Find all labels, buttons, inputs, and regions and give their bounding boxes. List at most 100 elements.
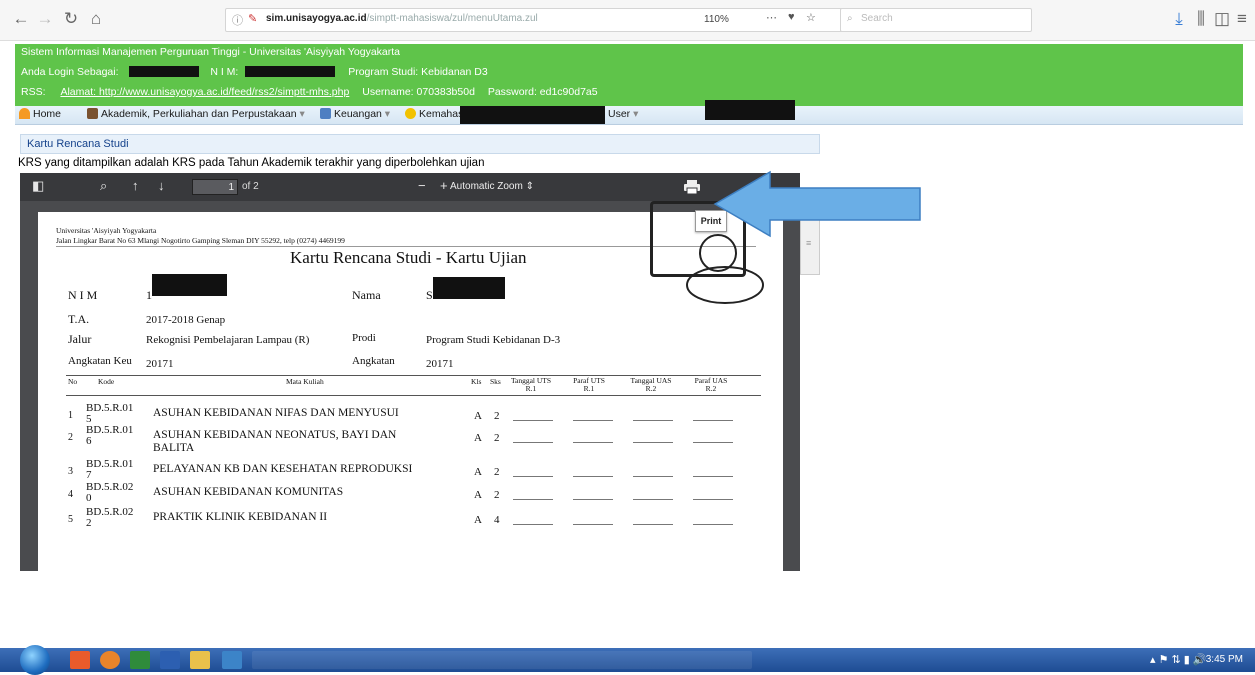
- row-sks: 2: [494, 489, 500, 501]
- bookmark-star-icon[interactable]: ☆: [806, 11, 816, 24]
- library-icon[interactable]: ⫼: [1190, 8, 1212, 30]
- col-paraf-uas: Paraf UAS R.2: [694, 376, 728, 393]
- url-text: sim.unisayogya.ac.id/simptt-mahasiswa/zu…: [266, 13, 538, 24]
- redacted-nim: [245, 66, 336, 77]
- angkatan-label: Angkatan: [352, 355, 395, 367]
- finance-icon: [320, 108, 331, 119]
- doc-title: Kartu Rencana Studi - Kartu Ujian: [290, 248, 527, 267]
- row-mata-kuliah: ASUHAN KEBIDANAN NIFAS DAN MENYUSUI: [153, 407, 399, 419]
- nama-label: Nama: [352, 288, 381, 302]
- zoom-out-icon[interactable]: −: [418, 178, 426, 193]
- next-page-icon[interactable]: ↓: [158, 178, 165, 193]
- books-icon: [87, 108, 98, 119]
- pocket-icon[interactable]: ♥: [788, 11, 795, 23]
- tray-icons[interactable]: ▴ ⚑ ⇅ ▮ 🔊: [1150, 653, 1207, 666]
- menu-user[interactable]: User ▾: [608, 108, 638, 120]
- angkatan-keu-value: 20171: [146, 358, 174, 370]
- zoom-level[interactable]: 110%: [704, 14, 729, 25]
- col-tanggal-uts: Tanggal UTS R.1: [510, 376, 552, 393]
- reload-icon[interactable]: ↻: [60, 8, 82, 30]
- row-sks: 2: [494, 432, 500, 444]
- taskbar-window[interactable]: [252, 651, 752, 669]
- explorer-icon[interactable]: [190, 651, 210, 669]
- doc-address: Jalan Lingkar Barat No 63 Mlangi Nogotir…: [56, 236, 345, 245]
- ta-label: T.A.: [68, 312, 90, 326]
- row-mata-kuliah: PRAKTIK KLINIK KEBIDANAN II: [153, 511, 328, 523]
- row-no: 1: [68, 410, 73, 421]
- nama-value: S: [426, 288, 433, 302]
- info-icon[interactable]: ⓘ: [232, 12, 243, 28]
- col-paraf-uts: Paraf UTS R.1: [573, 376, 605, 393]
- col-no: No: [68, 377, 78, 386]
- rss-link[interactable]: Alamat: http://www.unisayogya.ac.id/feed…: [60, 86, 349, 98]
- row-kls: A: [474, 410, 482, 422]
- jalur-label: Jalur: [68, 332, 92, 346]
- nim-label: N I M: [68, 288, 98, 302]
- menu-icon[interactable]: ≡: [1231, 8, 1253, 30]
- menu-keuangan[interactable]: Keuangan ▾: [320, 108, 390, 120]
- row-mata-kuliah: PELAYANAN KB DAN KESEHATAN REPRODUKSI: [153, 463, 413, 475]
- menu-kemahasiswaan[interactable]: Kemahas: [405, 108, 463, 120]
- redacted-name: [129, 66, 200, 77]
- start-button[interactable]: [20, 645, 50, 675]
- row-kode: BD.5.R.01: [86, 424, 134, 436]
- back-icon[interactable]: ←: [10, 8, 32, 30]
- krs-note: KRS yang ditampilkan adalah KRS pada Tah…: [18, 157, 485, 169]
- prodi-value: Program Studi Kebidanan D-3: [426, 334, 561, 346]
- home-icon: [19, 108, 30, 119]
- row-kls: A: [474, 489, 482, 501]
- print-icon[interactable]: [683, 179, 703, 195]
- search-icon: ⌕: [847, 13, 853, 24]
- col-kode: Kode: [98, 377, 115, 386]
- previous-page-icon[interactable]: ↑: [132, 178, 139, 193]
- menu-home[interactable]: Home: [19, 108, 61, 120]
- browser-toolbar: ← → ↻ ⌂ ⓘ ✎ sim.unisayogya.ac.id/simptt-…: [0, 0, 1255, 41]
- office-icon[interactable]: [70, 651, 90, 669]
- cursor-hand-annotation: [686, 234, 764, 304]
- row-no: 3: [68, 466, 73, 477]
- panel-title: Kartu Rencana Studi: [27, 138, 129, 150]
- download-icon[interactable]: ⤓: [1168, 8, 1190, 30]
- zoom-in-icon[interactable]: +: [440, 178, 448, 193]
- site-header: Sistem Informasi Manajemen Perguruan Tin…: [15, 44, 1243, 106]
- excel-icon[interactable]: [130, 651, 150, 669]
- sidebar-icon[interactable]: ◫: [1211, 8, 1233, 30]
- row-kls: A: [474, 432, 482, 444]
- redacted-doc-name: [433, 277, 505, 299]
- redacted-user: [705, 100, 795, 120]
- star-icon: [405, 108, 416, 119]
- angkatan-keu-label: Angkatan Keu: [68, 355, 132, 367]
- word-icon[interactable]: [160, 651, 180, 669]
- prodi-label: Prodi: [352, 332, 376, 344]
- page-number-input[interactable]: 1: [192, 179, 238, 195]
- rss-info: RSS: Alamat: http://www.unisayogya.ac.id…: [21, 86, 598, 98]
- search-box[interactable]: ⌕ Search: [840, 8, 1032, 32]
- row-kode-suffix: 7: [86, 469, 92, 481]
- row-no: 2: [68, 432, 73, 443]
- ta-value: 2017-2018 Genap: [146, 314, 226, 326]
- page-actions-icon[interactable]: ⋯: [766, 11, 777, 24]
- chrome-icon[interactable]: [100, 651, 120, 669]
- row-kode: BD.5.R.01: [86, 458, 134, 470]
- sidebar-toggle-icon[interactable]: ◧: [32, 178, 44, 194]
- row-mata-kuliah: ASUHAN KEBIDANAN KOMUNITAS: [153, 486, 344, 498]
- url-bar[interactable]: ⓘ ✎ sim.unisayogya.ac.id/simptt-mahasisw…: [225, 8, 907, 32]
- login-info: Anda Login Sebagai: N I M: Program Studi…: [21, 66, 488, 78]
- row-kode: BD.5.R.01: [86, 402, 134, 414]
- clock[interactable]: 3:45 PM: [1206, 654, 1243, 665]
- row-sks: 2: [494, 466, 500, 478]
- page-total: of 2: [242, 181, 259, 192]
- redacted-doc-nim: [152, 274, 227, 296]
- find-icon[interactable]: ⌕: [100, 178, 107, 194]
- app-icon[interactable]: [222, 651, 242, 669]
- home-icon[interactable]: ⌂: [85, 8, 107, 30]
- forward-icon[interactable]: →: [34, 8, 56, 30]
- row-kode: BD.5.R.02: [86, 506, 134, 518]
- zoom-select[interactable]: Automatic Zoom ⇕: [450, 179, 550, 195]
- arrow-annotation: [713, 170, 921, 238]
- col-mata-kuliah: Mata Kuliah: [286, 377, 324, 386]
- jalur-value: Rekognisi Pembelajaran Lampau (R): [146, 334, 310, 346]
- windows-taskbar: ▴ ⚑ ⇅ ▮ 🔊 3:45 PM: [0, 645, 1255, 675]
- menu-akademik[interactable]: Akademik, Perkuliahan dan Perpustakaan ▾: [87, 108, 305, 120]
- row-kode-suffix: 2: [86, 517, 92, 529]
